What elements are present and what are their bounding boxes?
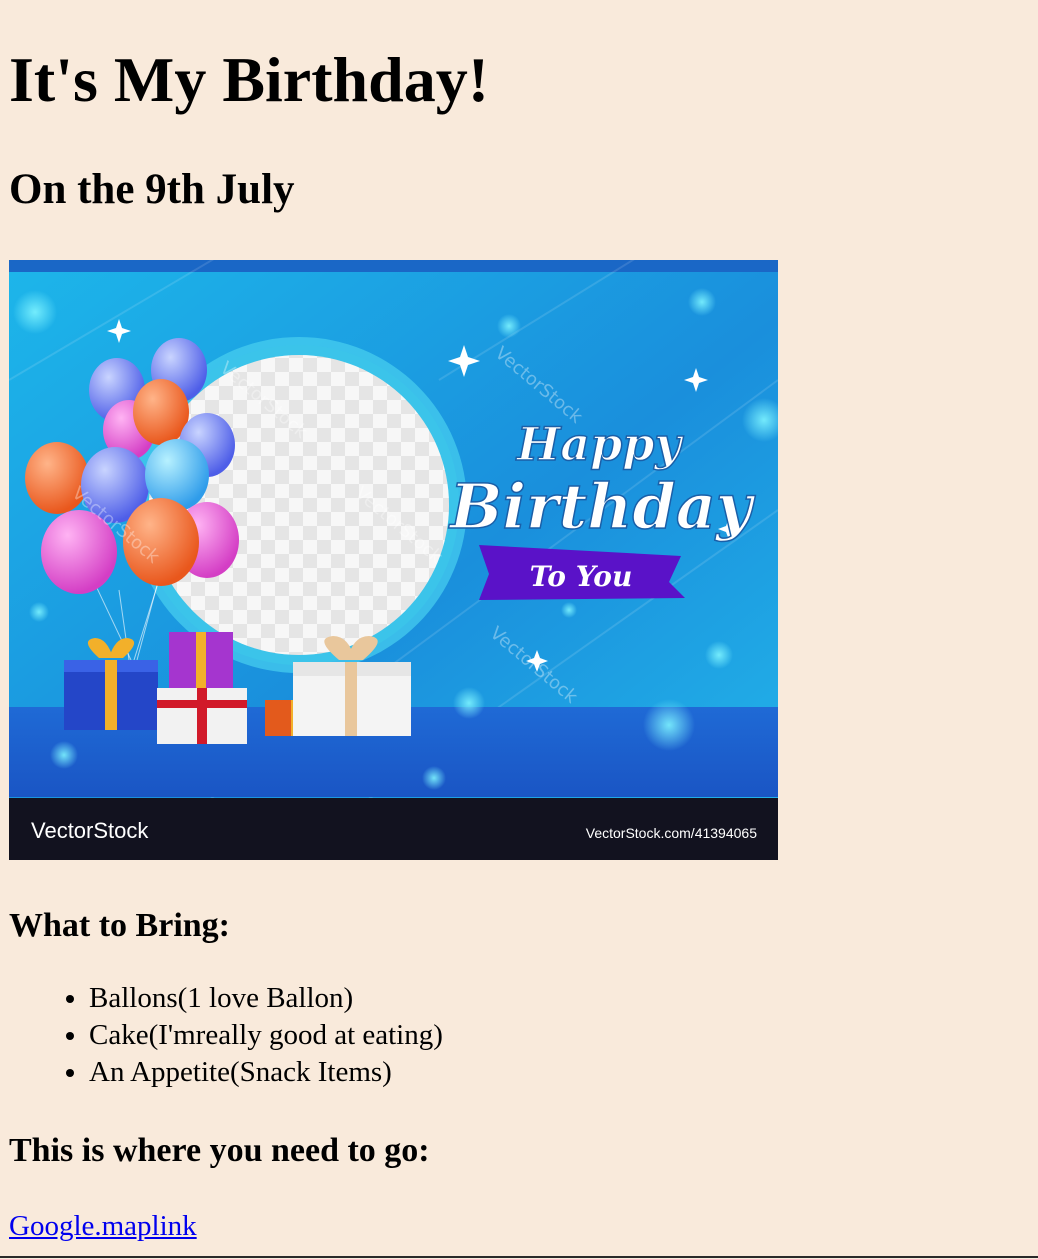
map-link[interactable]: Google.maplink (9, 1210, 197, 1242)
bring-list: Ballons(1 love Ballon) Cake(I'mreally go… (9, 980, 1029, 1091)
ribbon-text: To You (530, 560, 633, 593)
list-item: An Appetite(Snack Items) (89, 1054, 1029, 1091)
page-title: It's My Birthday! (9, 44, 489, 115)
bottom-divider (0, 1256, 1038, 1258)
birthday-image: Happy Birthday To You VectorStock Vector… (9, 260, 778, 860)
map-link-container: Google.maplink (9, 1208, 1029, 1244)
greeting-line1: Happy (515, 417, 685, 471)
directions-heading: This is where you need to go: (9, 1132, 430, 1169)
vectorstock-logo: VectorStock (31, 818, 149, 843)
event-date: On the 9th July (9, 166, 295, 213)
page-content: It's My Birthday! On the 9th July Happy … (0, 0, 1038, 1244)
list-item: Ballons(1 love Ballon) (89, 980, 1029, 1017)
list-item: Cake(I'mreally good at eating) (89, 1017, 1029, 1054)
greeting-line2: Birthday (448, 470, 756, 543)
vectorstock-url: VectorStock.com/41394065 (586, 825, 757, 841)
bring-heading: What to Bring: (9, 907, 230, 944)
